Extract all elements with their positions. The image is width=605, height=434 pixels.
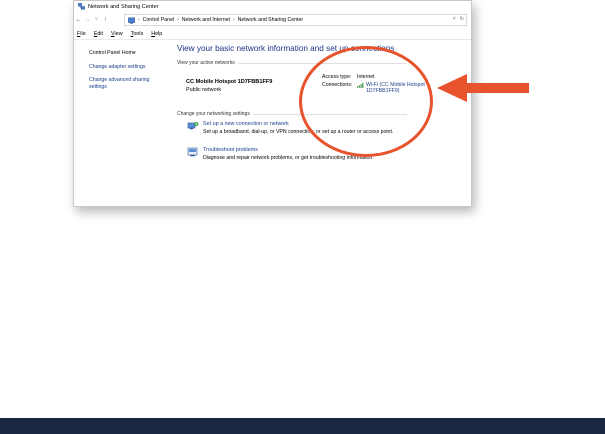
back-button[interactable]: ← — [74, 17, 83, 23]
footer-bar — [0, 418, 605, 434]
menu-edit[interactable]: Edit — [94, 31, 103, 37]
breadcrumb-separator: › — [232, 17, 235, 23]
menu-file[interactable]: File — [77, 31, 86, 37]
breadcrumb-separator: › — [138, 17, 140, 23]
address-bar[interactable]: › Control Panel › Network and Internet ›… — [124, 14, 467, 26]
history-dropdown-button[interactable]: ˅ — [92, 17, 101, 23]
address-row: ← → ˅ ↑ › Control Panel › Network and In… — [74, 14, 471, 26]
sidebar-item-control-panel-home[interactable]: Control Panel Home — [89, 50, 183, 57]
network-center-icon — [78, 3, 85, 10]
annotation-circle — [299, 46, 433, 157]
menu-view[interactable]: View — [111, 31, 123, 37]
breadcrumb-separator: › — [177, 17, 179, 23]
window-title: Network and Sharing Center — [88, 3, 159, 10]
sidebar-item-advanced-sharing-settings[interactable]: Change advanced sharing settings — [89, 77, 159, 90]
sidebar: Control Panel Home Change adapter settin… — [74, 40, 183, 206]
menu-help[interactable]: Help — [151, 31, 162, 37]
menu-bar: File Edit View Tools Help — [74, 28, 471, 40]
network-name: CC Mobile Hotspot 1D7FBB1FF9 — [186, 79, 273, 85]
menu-tools[interactable]: Tools — [131, 31, 144, 37]
breadcrumb-network-sharing-center[interactable]: Network and Sharing Center — [238, 17, 303, 23]
troubleshoot-icon — [187, 147, 198, 157]
title-bar: Network and Sharing Center — [74, 1, 471, 12]
control-panel-icon — [128, 16, 135, 24]
annotation-arrow-icon — [437, 74, 529, 102]
address-history-dropdown[interactable]: ˅ — [453, 16, 456, 22]
new-connection-icon — [187, 122, 199, 130]
refresh-button[interactable]: ↻ — [460, 16, 464, 22]
active-networks-label: View your active networks — [177, 60, 235, 66]
forward-button[interactable]: → — [83, 17, 92, 23]
network-type[interactable]: Public network — [186, 87, 221, 93]
breadcrumb-control-panel[interactable]: Control Panel — [143, 17, 174, 23]
up-button[interactable]: ↑ — [101, 17, 110, 23]
troubleshoot-description: Diagnose and repair network problems, or… — [203, 155, 374, 161]
breadcrumb-network-internet[interactable]: Network and Internet — [182, 17, 230, 23]
sidebar-item-change-adapter-settings[interactable]: Change adapter settings — [89, 64, 183, 71]
change-settings-label: Change your networking settings — [177, 111, 250, 117]
